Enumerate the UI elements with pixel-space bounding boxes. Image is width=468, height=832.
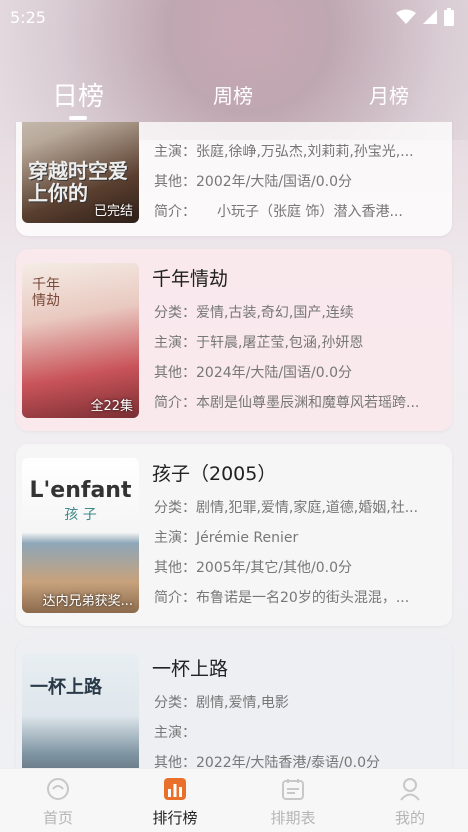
card-info-line: 简介：本剧是仙尊墨辰渊和魔尊风若瑶跨... (154, 395, 420, 411)
card-info-line: 主演： (154, 725, 196, 741)
card-title[interactable]: 千年情劫 (152, 264, 228, 291)
card-info-line: 主演：于轩晨,屠芷莹,包涵,孙妍恩 (154, 335, 364, 351)
card-info-line: 主演：Jérémie Renier (154, 530, 299, 546)
status-icons (396, 8, 454, 26)
card-info-line: 简介： 小玩子（张庭 饰）潜入香港... (154, 204, 403, 220)
card-info-line: 简介：布鲁诺是一名20岁的街头混混，... (154, 590, 410, 606)
nav-ranking-label: 排行榜 (152, 809, 198, 827)
signal-icon (423, 10, 437, 24)
tab-indicator (69, 116, 87, 120)
card-title[interactable]: 孩子（2005） (152, 459, 276, 486)
ranking-tabs: 日榜 周榜 月榜 (0, 70, 468, 120)
poster-badge: 全22集 (90, 399, 133, 414)
status-bar: 5:25 (0, 0, 468, 34)
tab-monthly[interactable]: 月榜 (369, 80, 409, 109)
calendar-icon (282, 779, 304, 800)
nav-home[interactable]: 首页 (18, 777, 98, 828)
list-item[interactable]: 穿越时空爱上你的 已完结 主演：张庭,徐峥,万弘杰,刘莉莉,孙宝光,... 其他… (16, 122, 452, 236)
profile-icon (400, 778, 420, 801)
home-icon (47, 778, 69, 800)
card-info-line: 分类：剧情,爱情,电影 (154, 695, 289, 711)
tab-weekly[interactable]: 周榜 (213, 80, 253, 109)
poster-title-art: 一杯上路 (30, 677, 102, 698)
nav-profile[interactable]: 我的 (370, 777, 450, 828)
wifi-icon (396, 9, 416, 24)
ranking-icon (164, 778, 186, 800)
nav-home-label: 首页 (42, 809, 73, 827)
status-time: 5:25 (10, 7, 46, 27)
poster-image[interactable]: 千年情劫 全22集 (22, 263, 139, 418)
list-item[interactable]: L'enfant 孩 子 达内兄弟获奖... 孩子（2005） 分类：剧情,犯罪… (16, 444, 452, 626)
list-item[interactable]: 千年情劫 全22集 千年情劫 分类：爱情,古装,奇幻,国产,连续 主演：于轩晨,… (16, 249, 452, 431)
card-info-line: 其他：2022年/大陆香港/泰语/0.0分 (154, 755, 381, 768)
poster-image[interactable]: 穿越时空爱上你的 已完结 (22, 122, 139, 223)
card-info-line: 其他：2005年/其它/其他/0.0分 (154, 560, 353, 576)
list-item[interactable]: 一杯上路 一杯上路 分类：剧情,爱情,电影 主演： 其他：2022年/大陆香港/… (16, 639, 452, 768)
tab-daily[interactable]: 日榜 (52, 76, 104, 113)
bottom-navigation: 首页 排行榜 排期表 我的 (0, 768, 468, 832)
poster-title-art: L'enfant (29, 478, 132, 503)
nav-profile-label: 我的 (394, 809, 425, 827)
poster-image[interactable]: L'enfant 孩 子 达内兄弟获奖... (22, 458, 139, 613)
nav-schedule[interactable]: 排期表 (253, 777, 333, 828)
card-info-line: 分类：爱情,古装,奇幻,国产,连续 (154, 305, 354, 321)
poster-subtitle-art: 孩 子 (64, 507, 97, 523)
card-info-line: 其他：2002年/大陆/国语/0.0分 (154, 174, 353, 190)
poster-badge: 达内兄弟获奖... (42, 594, 133, 609)
poster-image[interactable]: 一杯上路 (22, 653, 139, 768)
ranking-list[interactable]: 穿越时空爱上你的 已完结 主演：张庭,徐峥,万弘杰,刘莉莉,孙宝光,... 其他… (0, 122, 468, 768)
card-info-line: 分类：剧情,犯罪,爱情,家庭,道德,婚姻,社... (154, 500, 419, 516)
card-title[interactable]: 一杯上路 (152, 654, 228, 681)
poster-title-art: 穿越时空爱上你的 (28, 159, 128, 205)
card-info-line: 主演：张庭,徐峥,万弘杰,刘莉莉,孙宝光,... (154, 144, 414, 160)
poster-badge: 已完结 (93, 204, 133, 219)
card-info-line: 其他：2024年/大陆/国语/0.0分 (154, 365, 353, 381)
nav-ranking[interactable]: 排行榜 (135, 777, 215, 828)
battery-icon (444, 8, 454, 26)
poster-title-art: 千年情劫 (32, 277, 60, 309)
nav-schedule-label: 排期表 (270, 809, 316, 827)
